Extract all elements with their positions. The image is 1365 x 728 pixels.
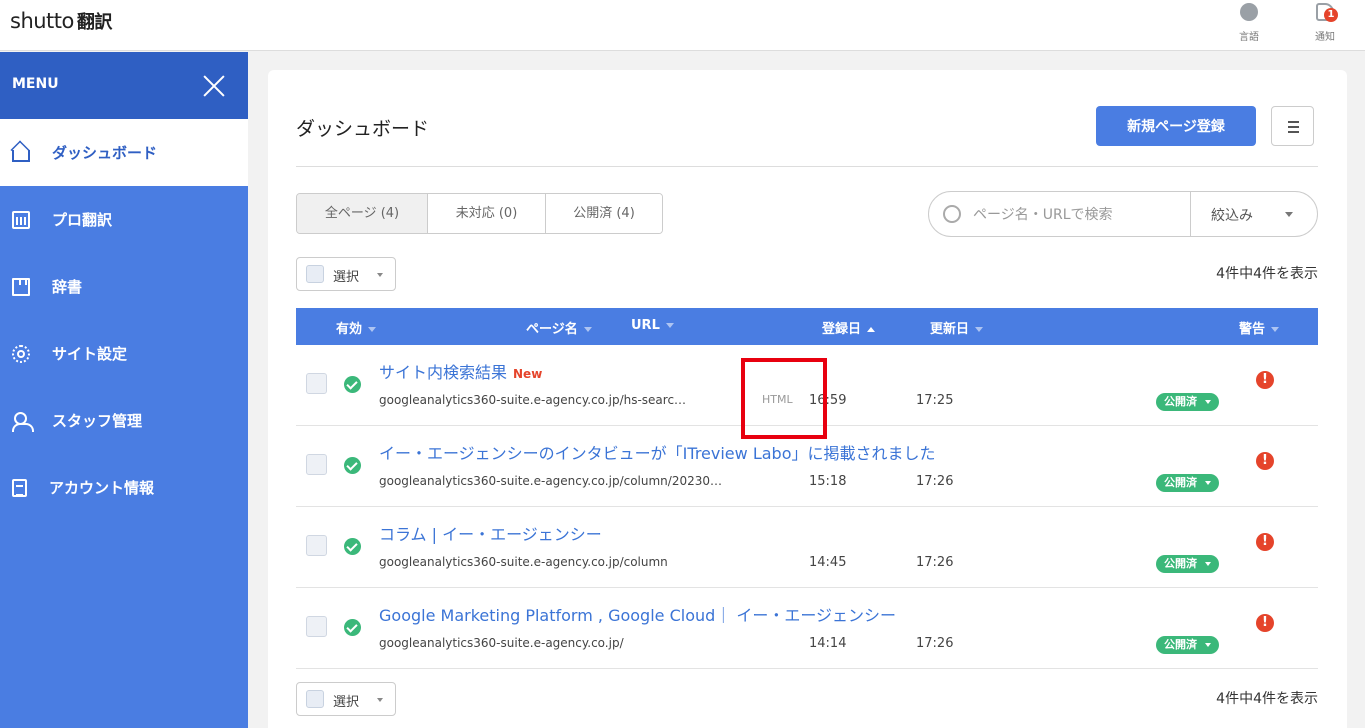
tab-all-pages[interactable]: 全ページ (4) bbox=[297, 194, 428, 233]
chevron-down-icon bbox=[1285, 212, 1293, 217]
row-checkbox[interactable] bbox=[306, 454, 327, 475]
table-header: 有効 ページ名 URL 登録日 更新日 警告 bbox=[296, 308, 1318, 345]
page-url: googleanalytics360-suite.e-agency.co.jp/ bbox=[379, 636, 624, 650]
page-url: googleanalytics360-suite.e-agency.co.jp/… bbox=[379, 474, 723, 488]
sidebar: MENU ダッシュボード プロ翻訳 辞書 サイト設定 スタッフ管理 アカウント情… bbox=[0, 52, 248, 728]
hamburger-icon bbox=[1288, 121, 1299, 123]
warning-icon[interactable]: ! bbox=[1256, 452, 1274, 470]
select-all-checkbox[interactable] bbox=[306, 265, 324, 283]
new-badge: New bbox=[513, 367, 543, 381]
calendar-icon bbox=[12, 210, 30, 229]
updated-time: 17:26 bbox=[916, 555, 954, 570]
status-badge[interactable]: 公開済 bbox=[1156, 474, 1219, 492]
sidebar-item-dashboard[interactable]: ダッシュボード bbox=[0, 119, 248, 186]
sort-icon bbox=[583, 327, 592, 332]
staff-icon bbox=[12, 411, 34, 432]
column-page-name[interactable]: ページ名 bbox=[526, 318, 592, 337]
check-circle-icon[interactable] bbox=[344, 619, 361, 636]
divider bbox=[296, 166, 1318, 167]
more-menu-button[interactable] bbox=[1271, 106, 1314, 146]
page-name-link[interactable]: コラム | イー・エージェンシー bbox=[379, 521, 602, 545]
search-icon bbox=[943, 205, 961, 223]
filter-dropdown[interactable]: 絞込み bbox=[1211, 205, 1253, 225]
page-url: googleanalytics360-suite.e-agency.co.jp/… bbox=[379, 393, 687, 407]
warning-icon[interactable]: ! bbox=[1256, 371, 1274, 389]
result-count: 4件中4件を表示 bbox=[1216, 266, 1318, 282]
column-registered[interactable]: 登録日 bbox=[822, 318, 876, 337]
sidebar-item-dictionary[interactable]: 辞書 bbox=[0, 253, 248, 320]
home-icon bbox=[12, 149, 30, 162]
table-row: Google Marketing Platform , Google Cloud… bbox=[296, 588, 1318, 669]
notification-button[interactable]: 1 通知 bbox=[1305, 0, 1345, 50]
table-row: コラム | イー・エージェンシー googleanalytics360-suit… bbox=[296, 507, 1318, 588]
notification-badge: 1 bbox=[1324, 8, 1338, 22]
close-icon[interactable] bbox=[202, 74, 226, 98]
updated-time: 17:25 bbox=[916, 393, 954, 408]
divider bbox=[1190, 192, 1191, 236]
language-button[interactable]: 言語 bbox=[1229, 0, 1269, 50]
tab-unhandled[interactable]: 未対応 (0) bbox=[428, 194, 546, 233]
status-badge[interactable]: 公開済 bbox=[1156, 555, 1219, 573]
updated-time: 17:26 bbox=[916, 474, 954, 489]
status-badge[interactable]: 公開済 bbox=[1156, 393, 1219, 411]
page-url: googleanalytics360-suite.e-agency.co.jp/… bbox=[379, 555, 668, 569]
gear-icon bbox=[12, 344, 30, 363]
new-page-button[interactable]: 新規ページ登録 bbox=[1096, 106, 1256, 146]
chevron-down-icon bbox=[377, 698, 383, 702]
bulk-select-dropdown-bottom[interactable]: 選択 bbox=[296, 682, 396, 716]
document-icon bbox=[12, 478, 27, 497]
app-logo[interactable]: shutto 翻訳 bbox=[10, 8, 112, 34]
sort-ascending-icon bbox=[867, 327, 876, 332]
warning-icon[interactable]: ! bbox=[1256, 614, 1274, 632]
sidebar-item-pro-translation[interactable]: プロ翻訳 bbox=[0, 186, 248, 253]
annotation-highlight-box bbox=[741, 358, 827, 439]
warning-icon[interactable]: ! bbox=[1256, 533, 1274, 551]
page-filter-tabs: 全ページ (4) 未対応 (0) 公開済 (4) bbox=[296, 193, 663, 234]
search-box: 絞込み bbox=[928, 191, 1318, 237]
search-input[interactable] bbox=[973, 204, 1183, 226]
check-circle-icon[interactable] bbox=[344, 457, 361, 474]
menu-header: MENU bbox=[0, 52, 248, 119]
status-badge[interactable]: 公開済 bbox=[1156, 636, 1219, 654]
page-name-link[interactable]: サイト内検索結果 New bbox=[379, 359, 542, 383]
check-circle-icon[interactable] bbox=[344, 376, 361, 393]
bell-icon: 1 bbox=[1316, 3, 1338, 22]
registered-time: 14:45 bbox=[809, 555, 847, 570]
registered-time: 14:14 bbox=[809, 636, 847, 651]
row-checkbox[interactable] bbox=[306, 616, 327, 637]
sidebar-item-staff[interactable]: スタッフ管理 bbox=[0, 387, 248, 454]
sort-icon bbox=[1271, 327, 1280, 332]
column-enabled[interactable]: 有効 bbox=[336, 318, 377, 337]
select-all-checkbox[interactable] bbox=[306, 690, 324, 708]
sidebar-item-account[interactable]: アカウント情報 bbox=[0, 454, 248, 521]
tab-published[interactable]: 公開済 (4) bbox=[546, 194, 662, 233]
chevron-down-icon bbox=[377, 273, 383, 277]
sort-icon bbox=[665, 323, 674, 328]
sort-icon bbox=[975, 327, 984, 332]
page-name-link[interactable]: イー・エージェンシーのインタビューが「ITreview Labo」に掲載されまし… bbox=[379, 440, 936, 464]
page-name-link[interactable]: Google Marketing Platform , Google Cloud… bbox=[379, 602, 896, 626]
registered-time: 15:18 bbox=[809, 474, 847, 489]
sidebar-item-site-settings[interactable]: サイト設定 bbox=[0, 320, 248, 387]
column-updated[interactable]: 更新日 bbox=[930, 318, 984, 337]
sort-icon bbox=[368, 327, 377, 332]
column-warning[interactable]: 警告 bbox=[1239, 318, 1280, 337]
top-bar: shutto 翻訳 言語 1 通知 bbox=[0, 0, 1365, 51]
bulk-select-dropdown[interactable]: 選択 bbox=[296, 257, 396, 291]
row-checkbox[interactable] bbox=[306, 373, 327, 394]
globe-icon bbox=[1240, 3, 1258, 21]
check-circle-icon[interactable] bbox=[344, 538, 361, 555]
updated-time: 17:26 bbox=[916, 636, 954, 651]
column-url[interactable]: URL bbox=[631, 318, 674, 333]
row-checkbox[interactable] bbox=[306, 535, 327, 556]
book-icon bbox=[12, 277, 30, 296]
page-title: ダッシュボード bbox=[296, 118, 430, 140]
result-count-bottom: 4件中4件を表示 bbox=[1216, 691, 1318, 707]
